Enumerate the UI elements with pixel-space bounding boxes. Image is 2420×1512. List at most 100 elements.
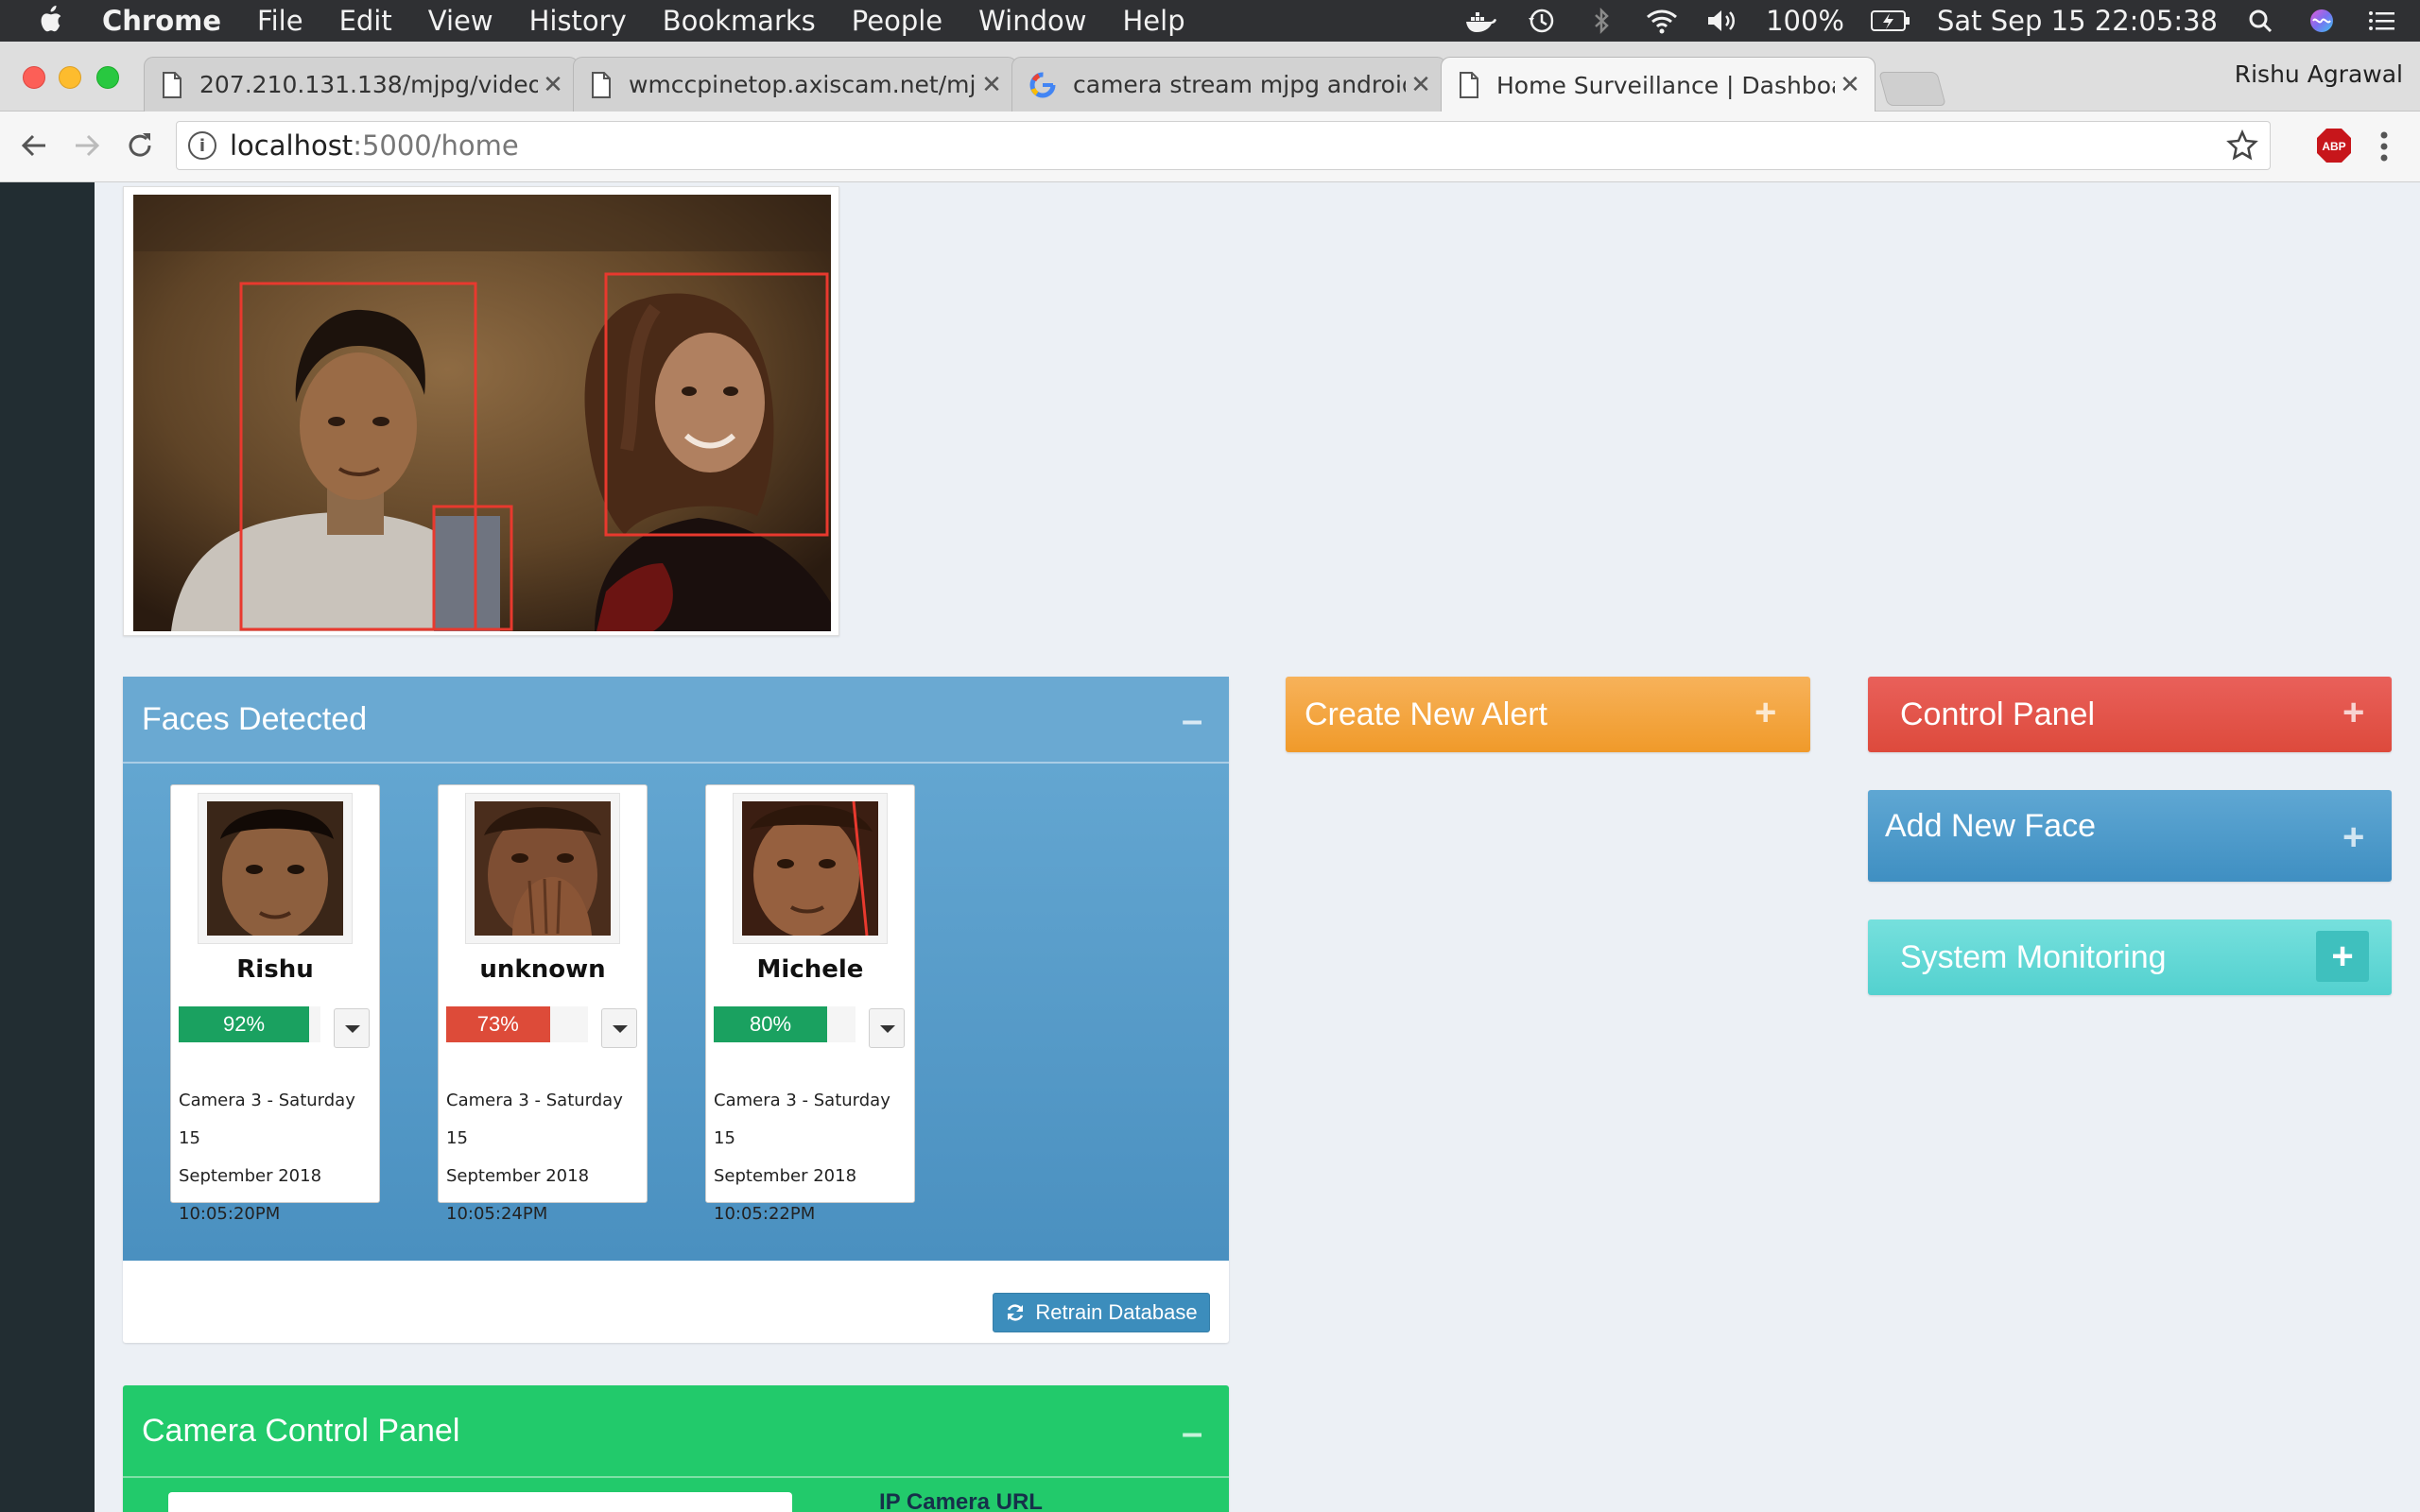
- camera-feed-frame: [123, 186, 839, 636]
- camera-control-panel-box: Camera Control Panel – IP Camera URL: [123, 1385, 1229, 1512]
- face-options-dropdown[interactable]: [869, 1008, 905, 1048]
- collapse-box-button[interactable]: –: [1182, 1414, 1202, 1452]
- volume-icon[interactable]: [1705, 7, 1739, 35]
- address-path: :5000/home: [353, 129, 519, 162]
- back-button[interactable]: [13, 125, 55, 166]
- control-panel-box[interactable]: Control Panel +: [1868, 677, 2392, 752]
- bluetooth-icon[interactable]: [1584, 7, 1618, 35]
- face-name: unknown: [479, 955, 606, 984]
- battery-icon[interactable]: [1870, 7, 1910, 35]
- face-card: Rishu 92% Camera 3 - Saturday 15 Septemb…: [170, 784, 380, 1224]
- docker-icon[interactable]: [1463, 7, 1497, 35]
- google-icon: [1029, 72, 1056, 97]
- face-meta-line: Camera 3 - Saturday 15: [179, 1091, 355, 1148]
- close-tab-icon[interactable]: ✕: [1406, 71, 1436, 99]
- menu-window[interactable]: Window: [978, 5, 1086, 37]
- expand-box-button[interactable]: +: [1754, 694, 1776, 731]
- menu-people[interactable]: People: [852, 5, 942, 37]
- face-detection-meta: Camera 3 - Saturday 15 September 2018 10…: [446, 1082, 641, 1233]
- face-thumbnail: [465, 793, 620, 944]
- face-options-dropdown[interactable]: [334, 1008, 370, 1048]
- confidence-label: 73%: [476, 1012, 519, 1036]
- face-thumbnail: [198, 793, 353, 944]
- expand-box-button[interactable]: +: [2316, 931, 2369, 982]
- tab-3[interactable]: camera stream mjpg android - ✕: [1011, 57, 1446, 112]
- face-meta-line: September 2018: [179, 1166, 322, 1186]
- close-tab-icon[interactable]: ✕: [1835, 71, 1865, 99]
- confidence-bar: 73%: [446, 1006, 550, 1042]
- dashboard-page: Faces Detected – Rishu 92% Camera 3 - Sa…: [0, 182, 2420, 1512]
- confidence-progress: 92%: [179, 1006, 320, 1042]
- chrome-menu-icon[interactable]: [2375, 127, 2394, 166]
- control-panel-header: Control Panel: [1868, 677, 2392, 752]
- camera-url-label: IP Camera URL: [879, 1489, 1043, 1512]
- zoom-window-button[interactable]: [96, 66, 119, 89]
- address-bar[interactable]: i localhost:5000/home: [176, 121, 2271, 170]
- siri-icon[interactable]: [2305, 7, 2339, 35]
- back-arrow-icon: [21, 134, 45, 157]
- tab-4-title: Home Surveillance | Dashboard: [1496, 71, 1835, 99]
- confidence-label: 92%: [222, 1012, 266, 1036]
- menu-edit[interactable]: Edit: [339, 5, 392, 37]
- face-detection-meta: Camera 3 - Saturday 15 September 2018 10…: [179, 1082, 373, 1233]
- camera-control-title: Camera Control Panel: [142, 1412, 460, 1449]
- expand-box-button[interactable]: +: [2342, 818, 2364, 856]
- add-new-face-header: Add New Face: [1868, 790, 2392, 862]
- create-new-alert-box[interactable]: Create New Alert +: [1286, 677, 1810, 752]
- expand-box-button[interactable]: +: [2342, 694, 2364, 731]
- face-image: [475, 801, 611, 936]
- tab-1[interactable]: 207.210.131.138/mjpg/video.mjpg ✕: [144, 57, 579, 112]
- apple-icon[interactable]: [36, 5, 64, 35]
- minimize-window-button[interactable]: [59, 66, 81, 89]
- site-info-icon[interactable]: i: [188, 131, 216, 160]
- adblock-plus-icon[interactable]: ABP: [2316, 128, 2352, 163]
- wifi-icon[interactable]: [1645, 7, 1679, 35]
- notification-center-icon[interactable]: [2365, 7, 2399, 35]
- faces-detected-title: Faces Detected: [142, 700, 368, 737]
- macos-menubar: Chrome File Edit View History Bookmarks …: [0, 0, 2420, 42]
- face-card: unknown 73% Camera 3 - Saturday 15 Septe…: [438, 784, 648, 1224]
- time-machine-icon[interactable]: [1524, 7, 1558, 35]
- close-window-button[interactable]: [23, 66, 45, 89]
- reload-button[interactable]: [119, 125, 161, 166]
- faces-list: Rishu 92% Camera 3 - Saturday 15 Septemb…: [123, 764, 1229, 1261]
- system-monitoring-box[interactable]: System Monitoring +: [1868, 919, 2392, 995]
- menu-file[interactable]: File: [257, 5, 303, 37]
- confidence-progress: 73%: [446, 1006, 588, 1042]
- tab-4-active[interactable]: Home Surveillance | Dashboard ✕: [1441, 57, 1876, 112]
- menu-view[interactable]: View: [428, 5, 493, 37]
- new-tab-button[interactable]: [1878, 72, 1946, 106]
- face-options-dropdown[interactable]: [601, 1008, 637, 1048]
- profile-name[interactable]: Rishu Agrawal: [2235, 60, 2403, 88]
- face-image: [207, 801, 343, 936]
- battery-percent: 100%: [1766, 5, 1844, 37]
- faces-detected-header: Faces Detected: [123, 677, 1229, 764]
- bookmark-star-icon[interactable]: [2226, 129, 2258, 162]
- forward-arrow-icon: [76, 134, 100, 157]
- face-meta-line: Camera 3 - Saturday 15: [446, 1091, 623, 1148]
- page-icon: [1460, 72, 1478, 98]
- clock[interactable]: Sat Sep 15 22:05:38: [1937, 5, 2218, 37]
- spotlight-search-icon[interactable]: [2244, 7, 2278, 35]
- tab-2[interactable]: wmccpinetop.axiscam.net/mjpg ✕: [573, 57, 1017, 112]
- close-tab-icon[interactable]: ✕: [538, 71, 568, 99]
- close-tab-icon[interactable]: ✕: [977, 71, 1007, 99]
- menu-help[interactable]: Help: [1122, 5, 1184, 37]
- forward-button[interactable]: [66, 125, 108, 166]
- face-detection-meta: Camera 3 - Saturday 15 September 2018 10…: [714, 1082, 908, 1233]
- add-new-face-box[interactable]: Add New Face +: [1868, 790, 2392, 882]
- face-thumbnail: [733, 793, 888, 944]
- camera-feed-image: [133, 195, 831, 631]
- camera-url-input[interactable]: [168, 1492, 792, 1512]
- menu-history[interactable]: History: [529, 5, 627, 37]
- face-name: Rishu: [236, 955, 314, 984]
- retrain-database-button[interactable]: Retrain Database: [993, 1293, 1210, 1332]
- menu-bookmarks[interactable]: Bookmarks: [663, 5, 816, 37]
- face-card: Michele 80% Camera 3 - Saturday 15 Septe…: [705, 784, 915, 1224]
- menu-app-name[interactable]: Chrome: [102, 5, 221, 37]
- collapse-box-button[interactable]: –: [1182, 701, 1202, 739]
- svg-text:ABP: ABP: [2322, 140, 2345, 153]
- browser-tab-strip: 207.210.131.138/mjpg/video.mjpg ✕ wmccpi…: [0, 42, 2420, 112]
- address-host: localhost: [230, 129, 354, 162]
- face-meta-line: 10:05:24PM: [446, 1204, 548, 1224]
